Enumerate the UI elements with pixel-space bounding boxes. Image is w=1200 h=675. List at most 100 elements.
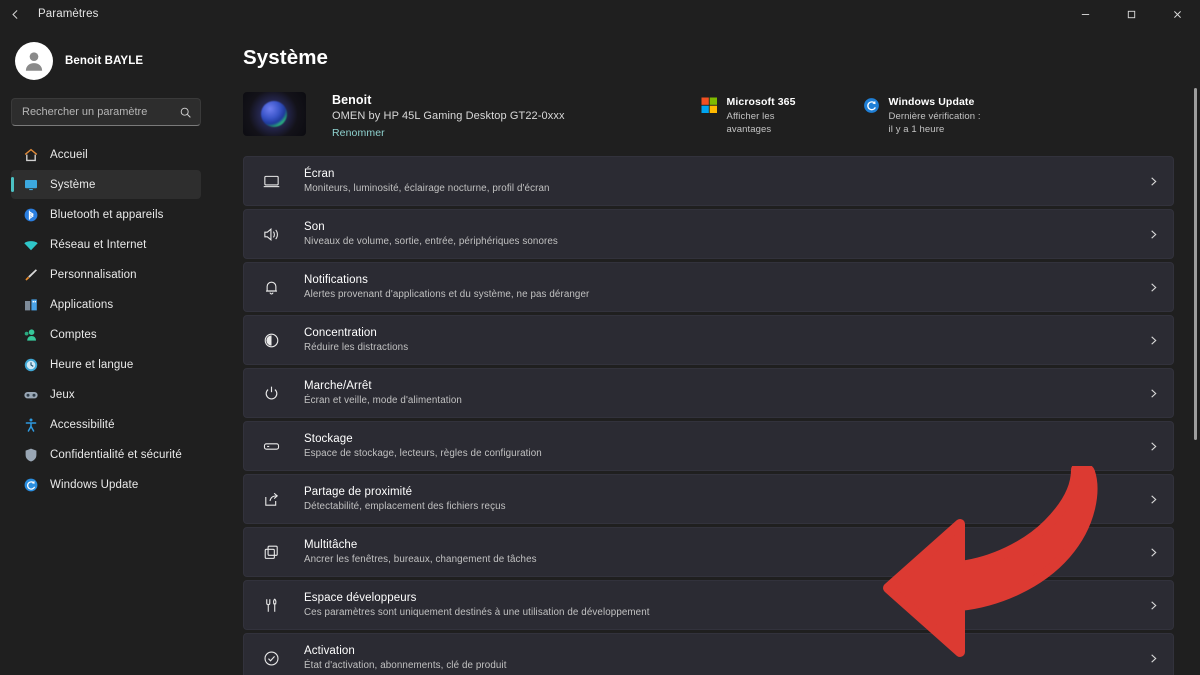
sidebar-item-label: Réseau et Internet xyxy=(50,238,147,251)
sidebar-item-systeme[interactable]: Système xyxy=(11,170,201,199)
rename-link[interactable]: Renommer xyxy=(332,127,565,139)
minimize-button[interactable] xyxy=(1062,0,1108,28)
page-title: Système xyxy=(243,46,329,69)
chevron-right-icon xyxy=(1146,335,1159,346)
window-controls xyxy=(1062,0,1200,28)
share-icon xyxy=(261,489,281,509)
search-box[interactable] xyxy=(11,98,201,126)
power-icon xyxy=(261,383,281,403)
chevron-right-icon xyxy=(1146,282,1159,293)
settings-row-subtitle: État d'activation, abonnements, clé de p… xyxy=(304,660,507,671)
settings-row-title: Écran xyxy=(304,168,335,180)
settings-row-subtitle: Espace de stockage, lecteurs, règles de … xyxy=(304,448,542,459)
quick-tiles: Microsoft 365 Afficher les avantages Win… xyxy=(701,92,983,137)
update-refresh-icon xyxy=(863,97,880,114)
settings-row-title: Activation xyxy=(304,645,355,657)
chevron-right-icon xyxy=(1146,547,1159,558)
settings-row-notifications[interactable]: Notifications Alertes provenant d'applic… xyxy=(243,262,1174,312)
settings-row-subtitle: Moniteurs, luminosité, éclairage nocturn… xyxy=(304,183,550,194)
sidebar-item-reseau-et-internet[interactable]: Réseau et Internet xyxy=(11,230,201,259)
settings-row-activation[interactable]: Activation État d'activation, abonnement… xyxy=(243,633,1174,675)
settings-row-subtitle: Ces paramètres sont uniquement destinés … xyxy=(304,607,650,618)
quick-tile-subtitle: Dernière vérification : il y a 1 heure xyxy=(888,111,981,135)
quick-tile-windows-update[interactable]: Windows Update Dernière vérification : i… xyxy=(863,96,983,137)
home-icon xyxy=(22,146,39,163)
settings-row-subtitle: Alertes provenant d'applications et du s… xyxy=(304,289,590,300)
accessibility-icon xyxy=(22,416,39,433)
settings-row-son[interactable]: Son Niveaux de volume, sortie, entrée, p… xyxy=(243,209,1174,259)
sidebar-item-label: Comptes xyxy=(50,328,97,341)
settings-row-subtitle: Réduire les distractions xyxy=(304,342,409,353)
settings-row-marche-arret[interactable]: Marche/Arrêt Écran et veille, mode d'ali… xyxy=(243,368,1174,418)
settings-row-title: Notifications xyxy=(304,274,368,286)
settings-row-partage-de-proximite[interactable]: Partage de proximité Détectabilité, empl… xyxy=(243,474,1174,524)
search-input[interactable] xyxy=(22,106,179,118)
chevron-right-icon xyxy=(1146,494,1159,505)
scrollbar-thumb[interactable] xyxy=(1194,88,1197,440)
sidebar-item-label: Système xyxy=(50,178,96,191)
settings-row-concentration[interactable]: Concentration Réduire les distractions xyxy=(243,315,1174,365)
sidebar-item-accessibilite[interactable]: Accessibilité xyxy=(11,410,201,439)
sidebar-item-applications[interactable]: Applications xyxy=(11,290,201,319)
multitask-icon xyxy=(261,542,281,562)
settings-row-title: Espace développeurs xyxy=(304,592,417,604)
shield-icon xyxy=(22,446,39,463)
sidebar-item-confidentialite-et-securite[interactable]: Confidentialité et sécurité xyxy=(11,440,201,469)
sidebar-item-label: Personnalisation xyxy=(50,268,137,281)
settings-rows: Écran Moniteurs, luminosité, éclairage n… xyxy=(243,156,1174,675)
sidebar-item-accueil[interactable]: Accueil xyxy=(11,140,201,169)
settings-row-stockage[interactable]: Stockage Espace de stockage, lecteurs, r… xyxy=(243,421,1174,471)
focus-icon xyxy=(261,330,281,350)
device-name: Benoit xyxy=(332,93,372,107)
quick-tile-title: Windows Update xyxy=(888,96,975,108)
chevron-right-icon xyxy=(1146,653,1159,664)
chevron-right-icon xyxy=(1146,388,1159,399)
device-header: Benoit OMEN by HP 45L Gaming Desktop GT2… xyxy=(243,92,1174,139)
sidebar-item-label: Bluetooth et appareils xyxy=(50,208,164,221)
sidebar-item-label: Accessibilité xyxy=(50,418,115,431)
back-arrow-icon[interactable] xyxy=(0,0,30,28)
vertical-scrollbar[interactable] xyxy=(1194,88,1197,673)
maximize-button[interactable] xyxy=(1108,0,1154,28)
chevron-right-icon xyxy=(1146,176,1159,187)
gamepad-icon xyxy=(22,386,39,403)
user-profile[interactable]: Benoit BAYLE xyxy=(11,28,201,90)
sidebar-item-label: Heure et langue xyxy=(50,358,134,371)
sidebar-nav: Accueil Système Bluetooth et appareils R… xyxy=(11,140,201,499)
settings-row-subtitle: Détectabilité, emplacement des fichiers … xyxy=(304,501,506,512)
sidebar-item-personnalisation[interactable]: Personnalisation xyxy=(11,260,201,289)
chevron-right-icon xyxy=(1146,600,1159,611)
storage-icon xyxy=(261,436,281,456)
search-icon xyxy=(179,106,192,119)
settings-row-title: Marche/Arrêt xyxy=(304,380,372,392)
sidebar-item-windows-update[interactable]: Windows Update xyxy=(11,470,201,499)
sidebar: Benoit BAYLE Accueil xyxy=(0,28,212,675)
settings-row-multitache[interactable]: Multitâche Ancrer les fenêtres, bureaux,… xyxy=(243,527,1174,577)
apps-icon xyxy=(22,296,39,313)
quick-tile-microsoft-365[interactable]: Microsoft 365 Afficher les avantages xyxy=(701,96,821,137)
chevron-right-icon xyxy=(1146,441,1159,452)
settings-row-ecran[interactable]: Écran Moniteurs, luminosité, éclairage n… xyxy=(243,156,1174,206)
main-content: Système Benoit OMEN by HP 45L Gaming Des… xyxy=(212,28,1200,675)
settings-row-subtitle: Niveaux de volume, sortie, entrée, périp… xyxy=(304,236,558,247)
settings-row-title: Son xyxy=(304,221,325,233)
quick-tile-title: Microsoft 365 xyxy=(726,96,796,108)
monitor-icon xyxy=(22,176,39,193)
close-button[interactable] xyxy=(1154,0,1200,28)
person-avatar-icon xyxy=(15,42,53,80)
sidebar-item-comptes[interactable]: Comptes xyxy=(11,320,201,349)
sidebar-item-bluetooth-et-appareils[interactable]: Bluetooth et appareils xyxy=(11,200,201,229)
settings-row-subtitle: Écran et veille, mode d'alimentation xyxy=(304,395,462,406)
settings-row-espace-developpeurs[interactable]: Espace développeurs Ces paramètres sont … xyxy=(243,580,1174,630)
microsoft-logo-icon xyxy=(701,97,718,114)
speaker-icon xyxy=(261,224,281,244)
sidebar-item-heure-et-langue[interactable]: Heure et langue xyxy=(11,350,201,379)
activation-check-icon xyxy=(261,648,281,668)
sidebar-item-jeux[interactable]: Jeux xyxy=(11,380,201,409)
settings-row-title: Stockage xyxy=(304,433,353,445)
sidebar-item-label: Jeux xyxy=(50,388,75,401)
sidebar-item-label: Accueil xyxy=(50,148,88,161)
settings-row-title: Partage de proximité xyxy=(304,486,413,498)
window-title: Paramètres xyxy=(38,8,99,20)
bluetooth-icon xyxy=(22,206,39,223)
